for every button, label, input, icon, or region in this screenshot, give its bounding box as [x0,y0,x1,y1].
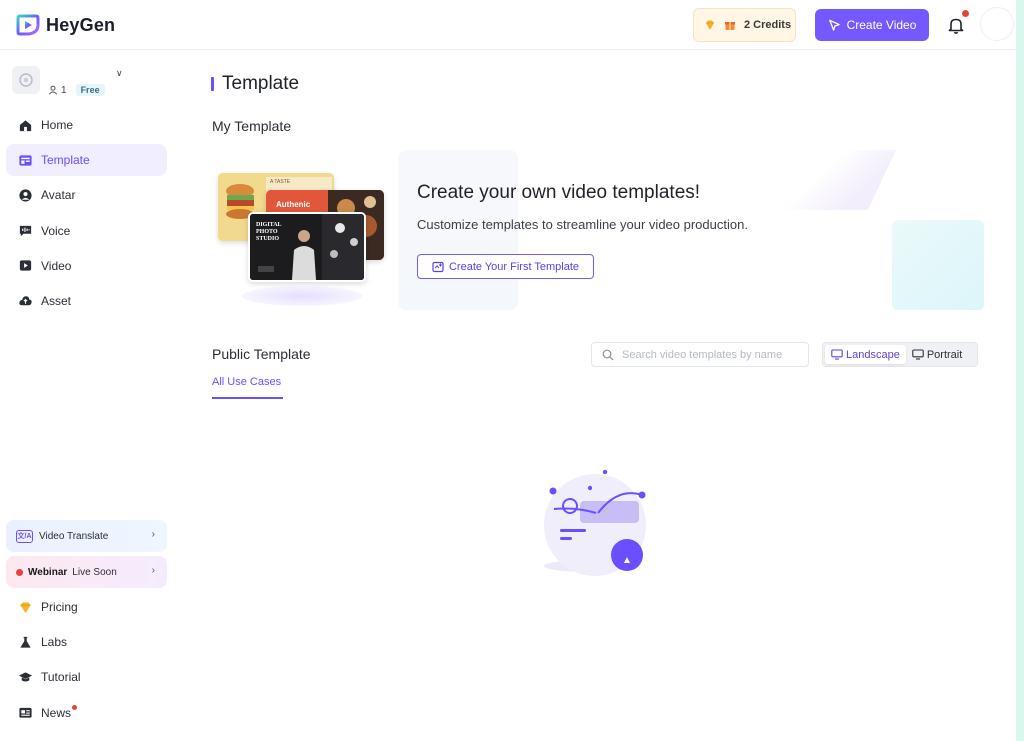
live-dot-icon [16,568,23,576]
webinar-status: Live Soon [72,566,117,578]
news-icon [19,707,32,718]
sidebar-item-voice[interactable]: Voice [6,215,167,247]
sidebar-item-label: News [41,705,72,720]
flask-icon [20,636,31,648]
sidebar-nav: Home Template Avatar Voice Video Asset [6,109,167,320]
sidebar-item-home[interactable]: Home [6,109,167,141]
thumbnail-photo-studio: DIGITAL PHOTO STUDIO [248,212,366,282]
app-name: HeyGen [46,14,116,35]
heygen-logo-icon [16,14,40,36]
template-search[interactable] [591,342,809,367]
sidebar-item-label: Template [41,153,90,168]
translate-icon: 文/A [16,529,33,543]
thumb-caption: A TASTE [270,179,291,185]
sidebar-item-label: Home [41,118,74,132]
chevron-down-icon: ∨ [116,68,123,78]
credits-label: 2 Credits [744,19,792,31]
create-template-hero: A TASTE Authenic DIGITAL PHOTO STUDIO Cr… [212,150,984,310]
avatar-icon [19,189,32,202]
orientation-toggle: Landscape Portrait [822,342,978,367]
template-icon [19,155,32,166]
thumb-caption: DIGITAL PHOTO STUDIO [256,222,282,242]
template-add-icon [432,261,444,272]
public-template-title: Public Template [212,346,311,362]
create-first-template-label: Create Your First Template [448,260,580,273]
hero-subtext: Customize templates to streamline your v… [417,217,748,232]
thumb-caption: Authenic [276,200,311,209]
create-first-template-button[interactable]: Create Your First Template [417,254,594,279]
portrait-option[interactable]: Portrait [906,345,968,364]
video-icon [19,260,32,271]
workspace-members: 1 Free [48,84,105,96]
landscape-option[interactable]: Landscape [825,345,906,364]
template-thumbnails: A TASTE Authenic DIGITAL PHOTO STUDIO [212,168,392,308]
sidebar-item-label: Avatar [41,188,76,203]
member-count: 1 [61,84,67,96]
sidebar-item-label: Video [41,258,72,273]
landscape-icon [831,349,843,360]
video-translate-label: Video Translate [39,530,109,542]
sidebar-item-label: Pricing [41,600,78,614]
news-notification-dot [72,705,78,711]
sidebar-item-label: Tutorial [41,670,81,685]
portrait-icon [912,349,924,360]
sidebar-item-label: Voice [41,223,71,238]
diamond-icon [706,20,714,30]
webinar-label: Webinar [28,566,68,578]
asset-icon [19,296,32,306]
top-bar: HeyGen 2 Credits Create Video [0,0,1016,50]
title-accent-bar [211,77,214,91]
thumb-shadow [242,286,362,306]
workspace-switcher[interactable]: ∨ 1 Free [12,66,162,98]
bell-icon[interactable] [946,15,966,35]
webinar-card[interactable]: Webinar Live Soon › [6,556,167,588]
sidebar-item-labs[interactable]: Labs [6,626,167,658]
sidebar-item-label: Asset [41,293,72,308]
right-edge-strip [1016,0,1024,741]
logo[interactable]: HeyGen [16,13,115,37]
diamond-icon [20,601,31,613]
user-icon [48,85,58,95]
tab-all-use-cases[interactable]: All Use Cases [212,376,281,388]
sidebar-item-news[interactable]: News [6,697,167,729]
gift-icon [725,22,735,30]
user-avatar[interactable] [980,7,1014,41]
plan-badge: Free [75,84,105,96]
sidebar-item-tutorial[interactable]: Tutorial [6,661,167,693]
sidebar-item-video[interactable]: Video [6,250,167,282]
notification-dot [962,10,969,17]
create-video-label: Create Video [846,18,917,32]
sidebar-item-template[interactable]: Template [6,144,167,177]
create-video-button[interactable]: Create Video [815,9,929,41]
sidebar-bottom-nav: Pricing Labs Tutorial News [6,591,167,732]
workspace-logo-icon [19,73,33,87]
search-icon [602,349,614,360]
cursor-icon [828,19,840,31]
hero-heading: Create your own video templates! [417,182,701,203]
page-title-text: Template [222,73,300,94]
chevron-right-icon: › [151,529,155,540]
home-icon [19,119,32,131]
sidebar-item-avatar[interactable]: Avatar [6,179,167,211]
search-input[interactable] [622,348,802,361]
portrait-label: Portrait [926,348,963,361]
hero-background-shape [892,220,984,310]
sidebar-item-asset[interactable]: Asset [6,285,167,317]
active-tab-underline [212,397,283,399]
video-translate-card[interactable]: 文/A Video Translate › [6,520,167,552]
empty-state-illustration [544,469,646,576]
credits-button[interactable]: 2 Credits [693,8,796,42]
landscape-label: Landscape [846,348,900,361]
my-template-title: My Template [212,118,292,134]
workspace-avatar [12,66,40,94]
graduation-cap-icon [18,672,33,682]
hero-background-shape [778,150,896,210]
sidebar-item-pricing[interactable]: Pricing [6,591,167,623]
page-title: Template [211,73,299,95]
sidebar: ∨ 1 Free Home Template Avatar Voice Vide… [0,50,176,741]
voice-icon [19,225,32,237]
sidebar-item-label: Labs [41,635,68,650]
chevron-right-icon: › [151,565,155,576]
